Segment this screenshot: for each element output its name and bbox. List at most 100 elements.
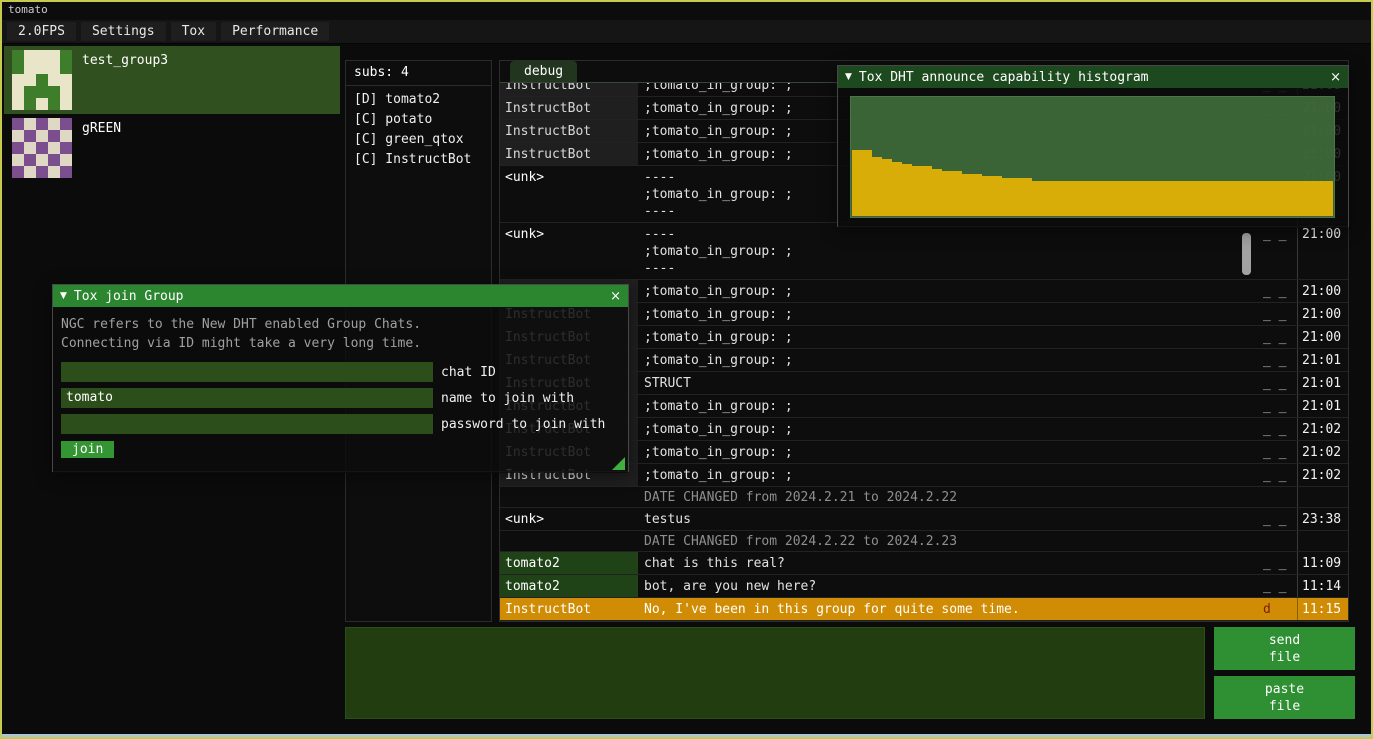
histogram-bar	[1012, 178, 1022, 216]
message-row: <unk>testus_ _23:38	[500, 508, 1348, 531]
message-flags: _ _	[1259, 326, 1297, 348]
tab-debug[interactable]: debug	[510, 61, 577, 82]
histogram-bar	[892, 162, 902, 216]
join-password-input[interactable]	[61, 414, 433, 434]
histogram-bar	[852, 150, 862, 216]
message-text: bot, are you new here?	[638, 575, 1259, 597]
message-time: 21:00	[1297, 280, 1348, 302]
histogram-body	[838, 88, 1348, 228]
menu-settings[interactable]: Settings	[81, 22, 166, 41]
histogram-bar	[1152, 181, 1162, 216]
message-sender: <unk>	[500, 508, 638, 530]
send-file-button[interactable]: send file	[1214, 627, 1355, 670]
histogram-bar	[1082, 181, 1092, 216]
composer-buttons: send file paste file	[1214, 627, 1355, 719]
message-sender: InstructBot	[500, 598, 638, 620]
window-titlebar[interactable]: tomato	[2, 2, 1371, 20]
message-sender: <unk>	[500, 166, 638, 222]
message-row: InstructBotNo, I've been in this group f…	[500, 598, 1348, 621]
collapse-icon[interactable]: ▼	[845, 72, 852, 82]
histogram-bar	[1313, 181, 1323, 216]
message-text: ;tomato_in_group: ;	[638, 395, 1259, 417]
histogram-bar	[1243, 181, 1253, 216]
window-title: tomato	[8, 3, 48, 16]
chat-id-input[interactable]	[61, 362, 433, 382]
histogram-bar	[882, 159, 892, 216]
message-input[interactable]	[345, 627, 1205, 719]
histogram-bar	[1233, 181, 1243, 216]
message-flags: _ _	[1259, 464, 1297, 486]
fps-indicator: 2.0FPS	[7, 22, 76, 41]
group-name: test_group3	[82, 50, 168, 68]
message-time: 21:01	[1297, 395, 1348, 417]
members-separator	[346, 85, 491, 86]
message-time: 11:09	[1297, 552, 1348, 574]
member-item[interactable]: [C] InstructBot	[346, 150, 491, 170]
histogram-close-icon[interactable]: ×	[1330, 70, 1341, 85]
histogram-bar	[922, 166, 932, 216]
histogram-bar	[1303, 181, 1313, 216]
message-flags: _ _	[1259, 441, 1297, 463]
message-time: 11:14	[1297, 575, 1348, 597]
histogram-bar	[1273, 181, 1283, 216]
group-item-test_group3[interactable]: test_group3	[4, 46, 340, 114]
menu-performance[interactable]: Performance	[221, 22, 329, 41]
message-text: No, I've been in this group for quite so…	[638, 598, 1259, 620]
chat-scrollbar[interactable]	[1242, 233, 1251, 275]
histogram-bar	[902, 164, 912, 216]
histogram-bar	[1213, 181, 1223, 216]
histogram-bar	[1072, 181, 1082, 216]
group-avatar	[12, 50, 72, 110]
histogram-bar	[912, 166, 922, 216]
histogram-bar	[1032, 181, 1042, 216]
join-dialog-title: Tox join Group	[74, 289, 184, 304]
join-password-label: password to join with	[441, 417, 605, 432]
bottom-border-strip	[2, 734, 1371, 737]
menu-tox[interactable]: Tox	[171, 22, 216, 41]
histogram-plot	[850, 96, 1335, 218]
message-flags: _ _	[1259, 418, 1297, 440]
histogram-bar	[1102, 181, 1112, 216]
message-flags: _ _	[1259, 223, 1297, 279]
message-time: 21:02	[1297, 464, 1348, 486]
chat-id-label: chat ID	[441, 365, 496, 380]
histogram-bar	[1253, 181, 1263, 216]
resize-grip[interactable]	[612, 457, 625, 470]
join-name-input[interactable]: tomato	[61, 388, 433, 408]
histogram-titlebar[interactable]: ▼ Tox DHT announce capability histogram …	[838, 66, 1348, 88]
message-flags	[1259, 531, 1297, 551]
member-item[interactable]: [C] potato	[346, 110, 491, 130]
message-text: ;tomato_in_group: ;	[638, 303, 1259, 325]
message-sender: InstructBot	[500, 97, 638, 119]
message-flags: _ _	[1259, 349, 1297, 371]
group-item-gREEN[interactable]: gREEN	[4, 114, 340, 182]
message-time: 21:02	[1297, 441, 1348, 463]
message-text: ;tomato_in_group: ;	[638, 326, 1259, 348]
message-flags: _ _	[1259, 575, 1297, 597]
message-sender: <unk>	[500, 223, 638, 279]
histogram-bar	[942, 171, 952, 216]
member-item[interactable]: [C] green_qtox	[346, 130, 491, 150]
message-flags: _ _	[1259, 552, 1297, 574]
histogram-bar	[1263, 181, 1273, 216]
histogram-bar	[1002, 178, 1012, 216]
histogram-bar	[1062, 181, 1072, 216]
message-row: <unk>----;tomato_in_group: ;----_ _21:00	[500, 223, 1348, 280]
message-sender: InstructBot	[500, 120, 638, 142]
collapse-icon[interactable]: ▼	[60, 291, 67, 301]
join-dialog-close-icon[interactable]: ×	[610, 289, 621, 304]
message-time: 23:38	[1297, 508, 1348, 530]
join-dialog-body: NGC refers to the New DHT enabled Group …	[53, 307, 628, 473]
message-flags: _ _	[1259, 280, 1297, 302]
join-button[interactable]: join	[61, 441, 114, 458]
member-item[interactable]: [D] tomato2	[346, 90, 491, 110]
histogram-bar	[1022, 178, 1032, 216]
paste-file-button[interactable]: paste file	[1214, 676, 1355, 719]
histogram-bar	[932, 169, 942, 216]
join-dialog-titlebar[interactable]: ▼ Tox join Group ×	[53, 285, 628, 307]
message-sender	[500, 531, 638, 551]
date-separator-row: DATE CHANGED from 2024.2.22 to 2024.2.23	[500, 531, 1348, 552]
message-flags	[1259, 487, 1297, 507]
group-name: gREEN	[82, 118, 121, 136]
histogram-bar	[1283, 181, 1293, 216]
